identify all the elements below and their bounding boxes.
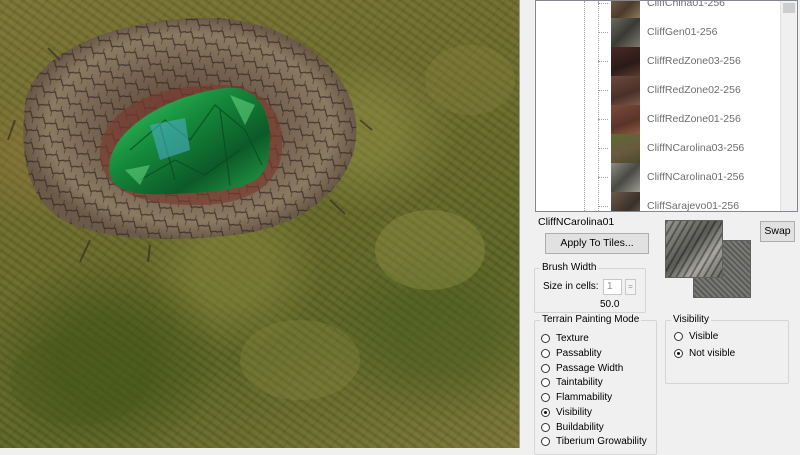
- radio-dot: [541, 334, 550, 343]
- tile-label: CliffRedZone01-256: [647, 113, 741, 125]
- terrain-painting-mode-group: Terrain Painting Mode Texture Passablity…: [534, 314, 657, 455]
- group-title: Terrain Painting Mode: [540, 314, 642, 325]
- tile-item[interactable]: CliffChina01-256: [598, 0, 778, 18]
- radio-label: Taintability: [556, 377, 603, 388]
- tree-scrollbar[interactable]: [780, 1, 797, 211]
- terrain-canvas: [7, 17, 515, 425]
- tile-thumbnail: [611, 1, 640, 18]
- terrain-tools-panel: CliffChina01-256 CliffGen01-256 CliffRed…: [519, 0, 800, 455]
- tile-label: CliffNCarolina03-256: [647, 142, 745, 154]
- apply-to-tiles-button[interactable]: Apply To Tiles...: [545, 233, 649, 254]
- tree-connector: [598, 177, 608, 178]
- tile-label: CliffSarajevo01-256: [647, 200, 740, 212]
- tree-connector: [598, 148, 608, 149]
- tree-connector: [598, 90, 608, 91]
- visibility-group: Visibility Visible Not visible: [665, 314, 789, 384]
- tile-thumbnail: [611, 76, 640, 105]
- radio-dot: [541, 364, 550, 373]
- terrain-viewport[interactable]: [0, 0, 519, 448]
- tile-item[interactable]: CliffSarajevo01-256: [598, 192, 778, 212]
- brush-width-value: 50.0: [600, 299, 620, 310]
- tree-connector: [598, 206, 608, 207]
- tile-thumbnail: [611, 163, 640, 192]
- tree-connector: [598, 3, 608, 4]
- size-spinner[interactable]: =: [625, 279, 636, 295]
- radio-label: Flammability: [556, 392, 613, 403]
- tree-connector: [598, 61, 608, 62]
- scrollbar-thumb[interactable]: [783, 3, 795, 13]
- tile-item[interactable]: CliffNCarolina03-256: [598, 134, 778, 163]
- radio-label: Texture: [556, 333, 589, 344]
- group-title: Visibility: [671, 314, 711, 325]
- tile-label: CliffRedZone02-256: [647, 84, 741, 96]
- radio-dot: [541, 423, 550, 432]
- radio-label: Not visible: [689, 348, 736, 359]
- radio-label: Passage Width: [556, 363, 624, 374]
- tile-thumbnail: [611, 134, 640, 163]
- size-in-cells-label: Size in cells:: [543, 281, 599, 292]
- radio-dot: [541, 349, 550, 358]
- swap-button[interactable]: Swap: [760, 221, 795, 242]
- radio-label: Buildability: [556, 422, 604, 433]
- tile-item[interactable]: CliffRedZone02-256: [598, 76, 778, 105]
- tile-label: CliffChina01-256: [647, 0, 726, 9]
- tile-item[interactable]: CliffRedZone01-256: [598, 105, 778, 134]
- selected-texture-name: CliffNCarolina01: [538, 216, 615, 228]
- tile-item[interactable]: CliffGen01-256: [598, 18, 778, 47]
- tile-label: CliffRedZone03-256: [647, 55, 741, 67]
- tile-item[interactable]: CliffNCarolina01-256: [598, 163, 778, 192]
- tile-thumbnail: [611, 192, 640, 211]
- texture-tile-tree[interactable]: CliffChina01-256 CliffGen01-256 CliffRed…: [535, 0, 798, 212]
- radio-dot: [541, 378, 550, 387]
- radio-label: Visibility: [556, 407, 592, 418]
- primary-texture-preview[interactable]: [665, 220, 723, 278]
- tree-guide-line: [584, 1, 585, 211]
- size-in-cells-input[interactable]: 1: [603, 279, 622, 295]
- tile-thumbnail: [611, 105, 640, 134]
- radio-label: Visible: [689, 331, 719, 342]
- radio-dot-selected: [541, 408, 550, 417]
- tile-label: CliffNCarolina01-256: [647, 171, 745, 183]
- tile-thumbnail: [611, 18, 640, 47]
- tile-label: CliffGen01-256: [647, 26, 718, 38]
- tree-connector: [598, 119, 608, 120]
- tile-item[interactable]: CliffRedZone03-256: [598, 47, 778, 76]
- group-title: Brush Width: [540, 262, 599, 273]
- radio-label: Tiberium Growability: [556, 436, 647, 447]
- radio-label: Passablity: [556, 348, 602, 359]
- brush-width-group: Brush Width Size in cells: 1 = 50.0: [534, 262, 646, 313]
- radio-dot-selected: [674, 349, 683, 358]
- radio-dot: [541, 437, 550, 446]
- tile-thumbnail: [611, 47, 640, 76]
- radio-dot: [674, 332, 683, 341]
- tree-connector: [598, 32, 608, 33]
- radio-dot: [541, 393, 550, 402]
